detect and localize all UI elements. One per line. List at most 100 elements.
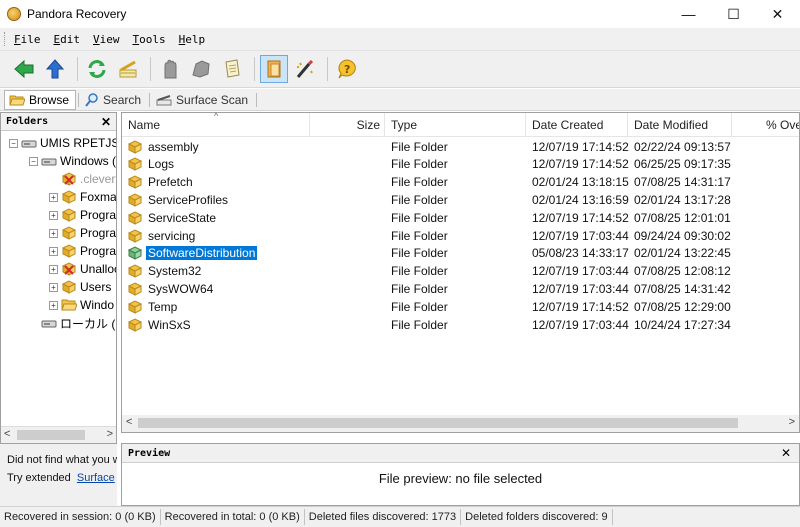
folders-close-button[interactable]: ✕	[101, 115, 111, 129]
menu-tools[interactable]: Tools	[133, 33, 166, 46]
help-button[interactable]: ?	[333, 55, 361, 83]
tree-node-label: Windows (	[60, 154, 116, 168]
folder-icon	[61, 190, 77, 204]
scan-button[interactable]	[114, 55, 142, 83]
wand-button[interactable]	[291, 55, 319, 83]
menu-edit[interactable]: Edit	[54, 33, 81, 46]
file-row[interactable]: SoftwareDistribution File Folder 05/08/23 …	[122, 244, 799, 262]
file-row[interactable]: SysWOW64 File Folder 12/07/19 17:03:44 07/0…	[122, 280, 799, 298]
menu-help[interactable]: Help	[179, 33, 206, 46]
status-recovered-session: Recovered in session: 0 (0 KB)	[0, 509, 161, 525]
file-row[interactable]: Prefetch File Folder 02/01/24 13:18:15 07/0…	[122, 173, 799, 191]
file-type: File Folder	[391, 157, 448, 172]
column-percent[interactable]: % Over	[732, 113, 799, 137]
tree-node-icon	[61, 244, 77, 258]
file-name: WinSxS	[148, 317, 191, 332]
tree-node[interactable]: − UMIS RPETJS12	[9, 134, 116, 152]
open-folder-icon	[9, 95, 25, 105]
tree-expander[interactable]: −	[9, 138, 18, 148]
close-window-button[interactable]: ✕	[755, 0, 800, 28]
tree-node[interactable]: + Progran	[49, 206, 116, 224]
recover-button[interactable]	[156, 55, 184, 83]
scroll-right-arrow[interactable]: >	[107, 428, 113, 440]
tree-node[interactable]: ローカル (D:)	[29, 314, 116, 332]
folder-icon	[127, 175, 143, 189]
notes-icon	[225, 59, 240, 78]
date-modified: 07/08/25 12:08:12	[634, 264, 731, 279]
wand-icon	[296, 59, 314, 78]
tree-node[interactable]: + Progran	[49, 242, 116, 260]
back-button[interactable]	[10, 55, 38, 83]
file-row[interactable]: Temp File Folder 12/07/19 17:14:52 07/08/25…	[122, 298, 799, 316]
tree-expander[interactable]: +	[49, 282, 58, 292]
tree-expander[interactable]: +	[49, 210, 58, 220]
tree-node[interactable]: + Users	[49, 278, 111, 296]
preview-close-button[interactable]: ✕	[781, 446, 791, 460]
refresh-button[interactable]	[83, 55, 111, 83]
column-date-created[interactable]: Date Created	[526, 113, 628, 137]
file-list-horizontal-scrollbar[interactable]: < >	[122, 415, 799, 432]
column-type[interactable]: Type	[385, 113, 526, 137]
tree-node-label: UMIS RPETJS12	[40, 136, 116, 150]
file-type: File Folder	[391, 317, 448, 332]
file-row[interactable]: assembly File Folder 12/07/19 17:14:52 02/2…	[122, 138, 799, 156]
folder-icon	[127, 228, 143, 243]
menu-view[interactable]: View	[93, 33, 120, 46]
file-name: Temp	[148, 299, 178, 314]
tree-expander[interactable]: +	[49, 228, 58, 238]
surface-scan-link[interactable]: Surface	[77, 472, 115, 484]
column-name[interactable]: Name ^	[122, 113, 310, 137]
folders-horizontal-scrollbar[interactable]: < >	[1, 426, 116, 443]
tree-expander[interactable]: +	[49, 300, 58, 310]
file-row[interactable]: System32 File Folder 12/07/19 17:03:44 07/0…	[122, 262, 799, 280]
tree-expander[interactable]: −	[29, 156, 38, 166]
file-type: File Folder	[391, 281, 448, 296]
date-modified: 02/01/24 13:17:28	[634, 192, 731, 207]
folders-header: Folders ✕	[1, 113, 116, 131]
file-row[interactable]: WinSxS File Folder 12/07/19 17:03:44 10/24/…	[122, 316, 799, 334]
tree-node[interactable]: .cleverf	[49, 170, 116, 188]
tree-expander[interactable]: +	[49, 192, 58, 202]
tree-node[interactable]: − Windows (	[29, 152, 116, 170]
minimize-button[interactable]: —	[666, 0, 711, 28]
menu-file[interactable]: File	[14, 33, 41, 46]
tab-browse-label: Browse	[29, 92, 70, 107]
filter-icon	[267, 60, 281, 78]
file-row[interactable]: ServiceState File Folder 12/07/19 17:14:52…	[122, 209, 799, 227]
date-created: 12/07/19 17:14:52	[532, 210, 629, 225]
column-date-modified[interactable]: Date Modified	[628, 113, 732, 137]
column-size[interactable]: Size	[310, 113, 385, 137]
tree-expander[interactable]: +	[49, 246, 58, 256]
date-modified: 09/24/24 09:30:02	[634, 228, 731, 243]
tab-separator	[149, 92, 151, 107]
tree-node[interactable]: + Windo	[49, 296, 114, 314]
tree-node-icon	[61, 226, 77, 240]
file-row[interactable]: servicing File Folder 12/07/19 17:03:44 09/…	[122, 227, 799, 245]
date-created: 12/07/19 17:03:44	[532, 264, 629, 279]
up-button[interactable]	[41, 55, 69, 83]
toolbar-separator	[77, 57, 78, 81]
help-panel: Did not find what you w Try extended Sur…	[0, 444, 117, 506]
tree-node[interactable]: + Foxmai	[49, 188, 116, 206]
scroll-right-arrow[interactable]: >	[789, 416, 795, 428]
date-created: 12/07/19 17:03:44	[532, 317, 629, 332]
tab-browse[interactable]: Browse	[4, 89, 77, 110]
maximize-button[interactable]: ☐	[711, 0, 756, 28]
tab-surface-scan[interactable]: Surface Scan	[152, 90, 254, 110]
recover-all-button[interactable]	[187, 55, 215, 83]
tab-search[interactable]: Search	[81, 90, 147, 110]
file-row[interactable]: Logs File Folder 12/07/19 17:14:52 06/25/25…	[122, 155, 799, 173]
scroll-thumb[interactable]	[138, 418, 738, 428]
scroll-left-arrow[interactable]: <	[4, 428, 10, 440]
status-deleted-files: Deleted files discovered: 1773	[305, 509, 462, 525]
tree-node[interactable]: + Progran	[49, 224, 116, 242]
tree-node[interactable]: + Unalloc	[49, 260, 116, 278]
tree-expander[interactable]: +	[49, 264, 58, 274]
filter-button[interactable]	[260, 55, 288, 83]
tree-node-icon	[61, 190, 77, 204]
notes-button[interactable]	[218, 55, 246, 83]
scroll-thumb[interactable]	[17, 430, 85, 440]
file-name-cell: ServiceProfiles	[127, 191, 230, 209]
scroll-left-arrow[interactable]: <	[126, 416, 132, 428]
file-row[interactable]: ServiceProfiles File Folder 02/01/24 13:16…	[122, 191, 799, 209]
